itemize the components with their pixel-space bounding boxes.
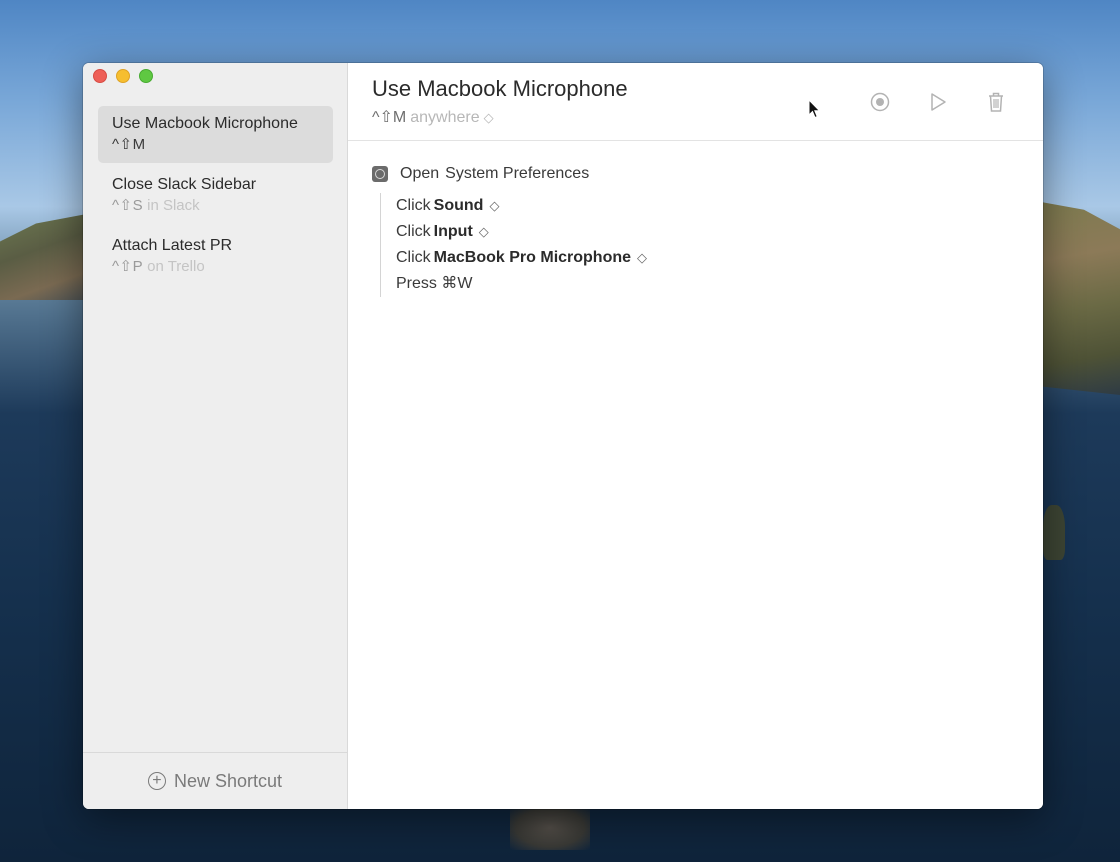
shortcut-item-attach-latest-pr[interactable]: Attach Latest PR ^⇧P on Trello bbox=[98, 228, 333, 285]
step-target[interactable]: MacBook Pro Microphone bbox=[434, 249, 631, 266]
shortcut-list: Use Macbook Microphone ^⇧M Close Slack S… bbox=[98, 106, 333, 289]
minimize-window-button[interactable] bbox=[116, 69, 130, 83]
shortcut-editor: Use Macbook Microphone ^⇧M anywhere ◇ Op… bbox=[348, 63, 1043, 809]
step-verb: Click bbox=[396, 223, 431, 240]
shortcut-keys: ^⇧M bbox=[112, 136, 146, 153]
step-click-microphone[interactable]: Click MacBook Pro Microphone ◇ bbox=[396, 245, 647, 271]
new-shortcut-label: New Shortcut bbox=[173, 770, 283, 791]
shortcut-keys: ^⇧S bbox=[112, 197, 144, 214]
step-target[interactable]: Input bbox=[434, 223, 473, 240]
delete-button[interactable] bbox=[985, 91, 1007, 113]
context-select[interactable]: anywhere bbox=[410, 109, 479, 126]
shortcut-title: Close Slack Sidebar bbox=[112, 176, 257, 193]
shortcut-subtitle: ^⇧S in Slack bbox=[112, 196, 319, 216]
new-shortcut-button[interactable]: + New Shortcut bbox=[83, 752, 347, 809]
shortcut-title: Use Macbook Microphone bbox=[112, 115, 298, 132]
shortcut-title: Attach Latest PR bbox=[112, 237, 233, 254]
shortcut-item-close-slack-sidebar[interactable]: Close Slack Sidebar ^⇧S in Slack bbox=[98, 167, 333, 224]
shortcut-trigger: ^⇧M anywhere ◇ bbox=[372, 107, 494, 127]
maximize-window-button[interactable] bbox=[139, 69, 153, 83]
sidebar: Use Macbook Microphone ^⇧M Close Slack S… bbox=[83, 63, 348, 809]
step-target[interactable]: System Preferences bbox=[445, 165, 589, 183]
mouse-cursor-icon bbox=[808, 99, 821, 119]
chevron-updown-icon: ◇ bbox=[483, 110, 494, 125]
step-click-input[interactable]: Click Input ◇ bbox=[396, 219, 647, 245]
shortcut-keys: ^⇧P bbox=[112, 258, 144, 275]
desktop-rock bbox=[1043, 505, 1065, 560]
shortcut-context: on Trello bbox=[147, 258, 205, 275]
step-key[interactable]: ⌘W bbox=[441, 275, 472, 292]
editor-toolbar bbox=[869, 91, 1007, 113]
editor-header: Use Macbook Microphone ^⇧M anywhere ◇ bbox=[348, 63, 1043, 141]
step-target[interactable]: Sound bbox=[434, 197, 484, 214]
shortcut-item-use-macbook-microphone[interactable]: Use Macbook Microphone ^⇧M bbox=[98, 106, 333, 163]
shortcut-subtitle: ^⇧P on Trello bbox=[112, 257, 319, 277]
window-controls bbox=[93, 69, 153, 83]
desktop-rock-bottom bbox=[510, 805, 590, 850]
step-verb: Press bbox=[396, 275, 437, 292]
record-icon bbox=[870, 92, 890, 112]
chevron-updown-icon[interactable]: ◇ bbox=[489, 198, 499, 213]
step-press-key[interactable]: Press ⌘W bbox=[396, 271, 647, 297]
page-title[interactable]: Use Macbook Microphone bbox=[372, 76, 628, 102]
chevron-updown-icon[interactable]: ◇ bbox=[479, 224, 489, 239]
step-open-app[interactable]: Open System Preferences bbox=[372, 163, 647, 185]
play-icon bbox=[931, 93, 946, 111]
step-verb: Click bbox=[396, 249, 431, 266]
shortcut-keys[interactable]: ^⇧M bbox=[372, 109, 406, 126]
close-window-button[interactable] bbox=[93, 69, 107, 83]
step-verb: Open bbox=[400, 165, 440, 182]
step-click-sound[interactable]: Click Sound ◇ bbox=[396, 193, 647, 219]
system-preferences-icon bbox=[372, 166, 388, 182]
chevron-updown-icon[interactable]: ◇ bbox=[637, 250, 647, 265]
desktop-cliff-right bbox=[1030, 200, 1120, 395]
step-verb: Click bbox=[396, 197, 431, 214]
record-button[interactable] bbox=[869, 91, 891, 113]
nested-steps: Click Sound ◇ Click Input ◇ Click MacBook Pro… bbox=[380, 193, 647, 297]
plus-circle-icon: + bbox=[147, 772, 166, 790]
shortcut-context: in Slack bbox=[147, 197, 200, 214]
play-button[interactable] bbox=[927, 91, 949, 113]
step-list: Open System Preferences Click Sound ◇ Clic… bbox=[372, 163, 647, 297]
shortcut-subtitle: ^⇧M bbox=[112, 135, 319, 155]
app-window: Use Macbook Microphone ^⇧M Close Slack S… bbox=[83, 63, 1043, 809]
trash-icon bbox=[989, 92, 1003, 112]
